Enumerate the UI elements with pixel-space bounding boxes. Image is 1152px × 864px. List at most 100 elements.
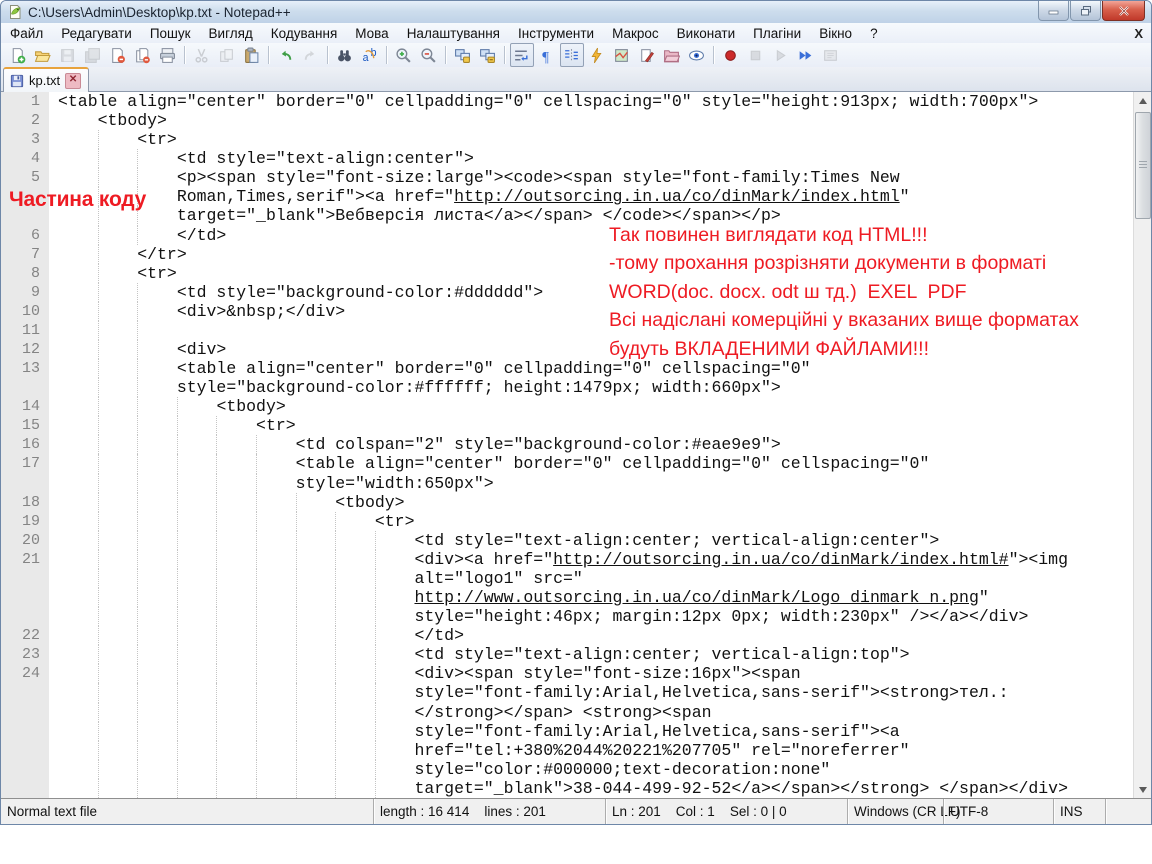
code-row[interactable]: style="font-family:Arial,Helvetica,sans-… bbox=[1, 722, 1134, 741]
replace-button[interactable]: ab bbox=[358, 43, 382, 67]
cut-button[interactable] bbox=[190, 43, 214, 67]
menu-item-file[interactable]: Файл bbox=[1, 24, 52, 43]
code-row[interactable]: 1<table align="center" border="0" cellpa… bbox=[1, 92, 1134, 111]
tab-close-icon[interactable]: ✕ bbox=[65, 73, 81, 89]
restore-button[interactable] bbox=[1070, 1, 1101, 21]
code-row[interactable]: href="tel:+380%2044%20221%207705" rel="n… bbox=[1, 741, 1134, 760]
code-text: <tr> bbox=[49, 416, 296, 435]
save-file-button[interactable] bbox=[56, 43, 80, 67]
code-row[interactable]: 18 <tbody> bbox=[1, 493, 1134, 512]
close-button[interactable] bbox=[1102, 1, 1145, 21]
script-lightning-button[interactable] bbox=[585, 43, 609, 67]
code-row[interactable]: 20 <td style="text-align:center; vertica… bbox=[1, 531, 1134, 550]
toolbar-separator bbox=[268, 46, 269, 64]
copy-button[interactable] bbox=[215, 43, 239, 67]
code-row[interactable]: 4 <td style="text-align:center"> bbox=[1, 149, 1134, 168]
code-row[interactable]: 24 <div><span style="font-size:16px"><sp… bbox=[1, 664, 1134, 683]
code-row[interactable]: </strong></span> <strong><span bbox=[1, 703, 1134, 722]
menu-item-window[interactable]: Вікно bbox=[810, 24, 861, 43]
code-row[interactable]: style="background-color:#ffffff; height:… bbox=[1, 378, 1134, 397]
run-macro-multiple-button[interactable] bbox=[794, 43, 818, 67]
close-all-button[interactable] bbox=[131, 43, 155, 67]
show-indent-guide-button[interactable] bbox=[560, 43, 584, 67]
scroll-down-arrow[interactable] bbox=[1134, 781, 1151, 798]
function-list-button[interactable] bbox=[635, 43, 659, 67]
line-number: 9 bbox=[1, 283, 49, 302]
menu-item-plugins[interactable]: Плагіни bbox=[744, 24, 810, 43]
play-macro-button[interactable] bbox=[769, 43, 793, 67]
code-text: <div> bbox=[49, 340, 226, 359]
menu-item-tools[interactable]: Інструменти bbox=[509, 24, 603, 43]
code-text: <tr> bbox=[49, 130, 177, 149]
line-number: 17 bbox=[1, 454, 49, 473]
sync-vertical-button[interactable] bbox=[451, 43, 475, 67]
open-file-button[interactable] bbox=[31, 43, 55, 67]
document-monitor-button[interactable] bbox=[685, 43, 709, 67]
code-row[interactable]: style="width:650px"> bbox=[1, 474, 1134, 493]
save-all-button[interactable] bbox=[81, 43, 105, 67]
find-button[interactable] bbox=[333, 43, 357, 67]
folder-as-workspace-button[interactable] bbox=[660, 43, 684, 67]
scrollbar-thumb[interactable] bbox=[1135, 112, 1151, 219]
redo-button[interactable] bbox=[299, 43, 323, 67]
line-number: 3 bbox=[1, 130, 49, 149]
code-row[interactable]: style="font-family:Arial,Helvetica,sans-… bbox=[1, 683, 1134, 702]
menu-item-run[interactable]: Виконати bbox=[668, 24, 745, 43]
code-row[interactable]: style="height:46px; margin:12px 0px; wid… bbox=[1, 607, 1134, 626]
menu-item-macro[interactable]: Макрос bbox=[603, 24, 668, 43]
code-row[interactable]: 19 <tr> bbox=[1, 512, 1134, 531]
code-row[interactable]: Roman,Times,serif"><a href="http://outso… bbox=[1, 187, 1134, 206]
menu-item-help[interactable]: ? bbox=[861, 24, 887, 43]
print-button[interactable] bbox=[156, 43, 180, 67]
code-row[interactable]: 2 <tbody> bbox=[1, 111, 1134, 130]
sync-horizontal-button[interactable] bbox=[476, 43, 500, 67]
indent-guide-line bbox=[98, 531, 99, 550]
editor-rows[interactable]: 1<table align="center" border="0" cellpa… bbox=[1, 92, 1134, 798]
code-row[interactable]: 17 <table align="center" border="0" cell… bbox=[1, 454, 1134, 473]
code-row[interactable]: 15 <tr> bbox=[1, 416, 1134, 435]
menu-item-edit[interactable]: Редагувати bbox=[52, 24, 141, 43]
code-row[interactable]: 3 <tr> bbox=[1, 130, 1134, 149]
indent-guide-line bbox=[216, 512, 217, 531]
record-macro-button[interactable] bbox=[719, 43, 743, 67]
menu-close-x-icon[interactable]: X bbox=[1134, 26, 1143, 41]
code-row[interactable]: 5 <p><span style="font-size:large"><code… bbox=[1, 168, 1134, 187]
word-wrap-button[interactable] bbox=[510, 43, 534, 67]
minimize-button[interactable] bbox=[1038, 1, 1069, 21]
menu-item-encoding[interactable]: Кодування bbox=[262, 24, 346, 43]
menu-item-settings[interactable]: Налаштування bbox=[398, 24, 509, 43]
indent-guide-line bbox=[256, 569, 257, 588]
title-bar[interactable]: C:\Users\Admin\Desktop\kp.txt - Notepad+… bbox=[1, 1, 1151, 23]
menu-item-view[interactable]: Вигляд bbox=[200, 24, 262, 43]
code-row[interactable]: 16 <td colspan="2" style="background-col… bbox=[1, 435, 1134, 454]
code-row[interactable]: target="_blank">38-044-499-92-52</a></sp… bbox=[1, 779, 1134, 798]
code-row[interactable]: 23 <td style="text-align:center; vertica… bbox=[1, 645, 1134, 664]
zoom-out-button[interactable] bbox=[417, 43, 441, 67]
menu-item-language[interactable]: Мова bbox=[346, 24, 397, 43]
indent-guide-line bbox=[216, 741, 217, 760]
undo-button[interactable] bbox=[274, 43, 298, 67]
menu-item-search[interactable]: Пошук bbox=[141, 24, 200, 43]
vertical-scrollbar[interactable] bbox=[1133, 92, 1151, 798]
code-row[interactable]: style="color:#000000;text-decoration:non… bbox=[1, 760, 1134, 779]
paste-button[interactable] bbox=[240, 43, 264, 67]
code-row[interactable]: 22 </td> bbox=[1, 626, 1134, 645]
indent-guide-line bbox=[335, 722, 336, 741]
save-macro-button[interactable] bbox=[819, 43, 843, 67]
new-file-button[interactable] bbox=[6, 43, 30, 67]
annotation-line: -тому прохання розрізняти документи в фо… bbox=[609, 249, 1079, 277]
code-row[interactable]: 14 <tbody> bbox=[1, 397, 1134, 416]
close-file-button[interactable] bbox=[106, 43, 130, 67]
stop-macro-button[interactable] bbox=[744, 43, 768, 67]
indent-guide-line bbox=[177, 741, 178, 760]
tab-kp-txt[interactable]: kp.txt ✕ bbox=[3, 67, 89, 92]
code-row[interactable]: http://www.outsorcing.in.ua/co/dinMark/L… bbox=[1, 588, 1134, 607]
document-map-button[interactable] bbox=[610, 43, 634, 67]
code-row[interactable]: 21 <div><a href="http://outsorcing.in.ua… bbox=[1, 550, 1134, 569]
scroll-up-arrow[interactable] bbox=[1134, 92, 1151, 109]
code-row[interactable]: alt="logo1" src=" bbox=[1, 569, 1134, 588]
indent-guide-line bbox=[335, 550, 336, 569]
show-all-characters-button[interactable]: ¶ bbox=[535, 43, 559, 67]
editor[interactable]: 1<table align="center" border="0" cellpa… bbox=[1, 92, 1151, 798]
zoom-in-button[interactable] bbox=[392, 43, 416, 67]
